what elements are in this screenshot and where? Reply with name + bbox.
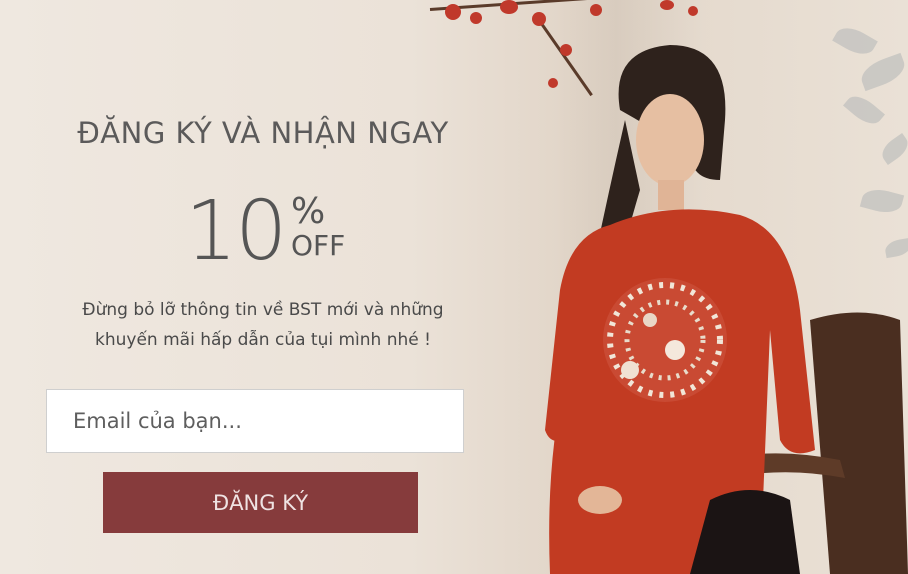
email-input[interactable] (46, 389, 464, 453)
popup-description: Đừng bỏ lỡ thông tin về BST mới và những… (40, 295, 486, 355)
popup-title: ĐĂNG KÝ VÀ NHẬN NGAY (77, 116, 449, 150)
grey-leaf (857, 52, 908, 92)
discount-off-label: OFF (291, 229, 346, 262)
description-line: Đừng bỏ lỡ thông tin về BST mới và những (82, 300, 444, 320)
blossom-flower (500, 0, 518, 14)
subscribe-button[interactable]: ĐĂNG KÝ (103, 472, 418, 533)
discount-number: 10 (185, 184, 287, 279)
blossom-flower (445, 4, 461, 20)
blossom-flower (660, 0, 674, 10)
grey-leaf (883, 237, 908, 259)
model-photo (545, 45, 815, 574)
grey-leaf (843, 90, 885, 130)
grey-leaf (859, 185, 905, 217)
discount-percent-sign: % (291, 191, 326, 232)
blossom-flower (590, 4, 602, 16)
blossom-flower (470, 12, 482, 24)
discount-display: 10 % OFF (185, 184, 385, 280)
blossom-flower (688, 6, 698, 16)
blossom-flower (532, 12, 546, 26)
grey-leaf (877, 133, 908, 165)
description-line: khuyến mãi hấp dẫn của tụi mình nhé ! (95, 330, 431, 350)
newsletter-popup: ĐĂNG KÝ VÀ NHẬN NGAY 10 % OFF Đừng bỏ lỡ… (0, 0, 908, 574)
